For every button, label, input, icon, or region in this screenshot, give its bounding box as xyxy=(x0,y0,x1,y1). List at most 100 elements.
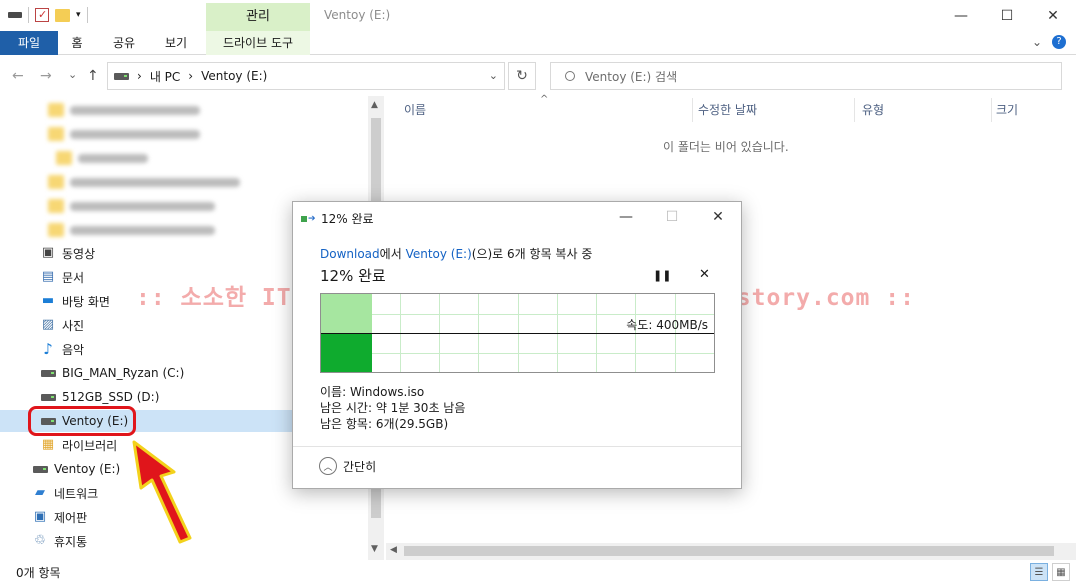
forward-button[interactable]: → xyxy=(40,68,52,84)
context-tab-manage[interactable]: 관리 xyxy=(206,3,310,31)
back-button[interactable]: ← xyxy=(12,68,24,84)
current-speed-line xyxy=(321,333,714,334)
document-icon: ▤ xyxy=(41,269,55,284)
customize-toolbar-icon[interactable]: ▾ xyxy=(76,10,81,20)
ribbon-tabs: 파일 홈 공유 보기 드라이브 도구 ⌄ ? xyxy=(0,31,1076,55)
status-bar: 0개 항목 ☰ ▦ xyxy=(0,560,1076,584)
tab-home[interactable]: 홈 xyxy=(60,31,94,55)
fewer-details-button[interactable]: ︿ 간단히 xyxy=(319,457,376,475)
nav-item-recycle-bin[interactable]: ♲ 휴지통 xyxy=(32,530,87,552)
breadcrumb-ventoy[interactable]: Ventoy (E:) xyxy=(201,69,267,83)
cancel-button[interactable]: ✕ xyxy=(699,267,710,282)
nav-item-drive-c[interactable]: BIG_MAN_Ryzan (C:) xyxy=(40,362,184,384)
library-icon: ▦ xyxy=(41,437,55,452)
column-name[interactable]: 이름 xyxy=(386,96,692,124)
help-icon[interactable]: ? xyxy=(1052,35,1066,49)
dialog-minimize-button[interactable]: — xyxy=(603,202,649,232)
tab-file[interactable]: 파일 xyxy=(0,31,58,55)
redacted-folder-row xyxy=(48,174,240,190)
music-icon: ♪ xyxy=(43,340,53,358)
recycle-bin-icon: ♲ xyxy=(34,533,46,548)
column-date-modified[interactable]: 수정한 날짜 xyxy=(680,96,840,124)
redacted-folder-row xyxy=(48,126,200,142)
destination-link[interactable]: Ventoy (E:) xyxy=(406,247,472,261)
nav-item-label: 제어판 xyxy=(54,510,88,525)
nav-item-videos[interactable]: ▣ 동영상 xyxy=(40,242,95,264)
tab-drive-tools[interactable]: 드라이브 도구 xyxy=(206,31,310,55)
redacted-folder-row xyxy=(48,222,215,238)
nav-item-libraries[interactable]: ▦ 라이브러리 xyxy=(40,434,117,456)
copy-description: Download에서 Ventoy (E:)(으)로 6개 항목 복사 중 xyxy=(320,245,592,262)
drive-icon xyxy=(40,365,56,381)
nav-item-drive-d[interactable]: 512GB_SSD (D:) xyxy=(40,386,159,408)
nav-item-pictures[interactable]: ▨ 사진 xyxy=(40,314,84,336)
annotation-highlight-ring xyxy=(28,406,136,436)
ribbon-right-controls: ⌄ ? xyxy=(1032,35,1066,49)
scroll-up-icon[interactable]: ▲ xyxy=(371,100,378,110)
drive-icon xyxy=(40,389,56,405)
redacted-folder-row xyxy=(56,150,148,166)
desktop-icon: ▬ xyxy=(41,293,55,308)
refresh-button[interactable]: ↻ xyxy=(508,62,536,90)
description-text: (으)로 6개 항목 복사 중 xyxy=(471,247,593,261)
redacted-folder-row xyxy=(48,198,215,214)
details-view-icon[interactable]: ☰ xyxy=(1030,563,1048,581)
nav-item-desktop[interactable]: ▬ 바탕 화면 xyxy=(40,290,110,312)
window-title: Ventoy (E:) xyxy=(324,8,391,22)
drive-icon xyxy=(32,461,48,477)
file-name: 이름: Windows.iso xyxy=(320,385,425,399)
video-icon: ▣ xyxy=(41,245,55,260)
content-horizontal-scrollbar[interactable]: ◀ xyxy=(386,543,1076,560)
title-bar: ✓ ▾ 관리 Ventoy (E:) — ☐ ✕ xyxy=(0,0,1076,31)
source-link[interactable]: Download xyxy=(320,247,380,261)
time-remaining: 남은 시간: 약 1분 30초 남음 xyxy=(320,401,466,415)
breadcrumb-separator: › xyxy=(137,69,142,83)
close-button[interactable]: ✕ xyxy=(1030,0,1076,31)
address-bar[interactable]: › 내 PC › Ventoy (E:) ⌄ xyxy=(107,62,505,90)
nav-item-music[interactable]: ♪ 음악 xyxy=(40,338,84,360)
column-size[interactable]: 크기 xyxy=(978,96,1068,124)
toolbar-divider xyxy=(86,7,88,23)
scroll-left-icon[interactable]: ◀ xyxy=(390,545,397,555)
toolbar-divider xyxy=(28,7,29,23)
window-controls: — ☐ ✕ xyxy=(938,0,1076,31)
picture-icon: ▨ xyxy=(41,317,55,332)
breadcrumb-this-pc[interactable]: 내 PC xyxy=(150,68,180,85)
dialog-title-bar: ➔ 12% 완료 xyxy=(301,210,374,227)
control-panel-icon: ▣ xyxy=(33,509,47,524)
scroll-down-icon[interactable]: ▼ xyxy=(371,544,378,554)
large-icons-view-icon[interactable]: ▦ xyxy=(1052,563,1070,581)
description-text: 에서 xyxy=(379,247,406,261)
dialog-close-button[interactable]: ✕ xyxy=(695,202,741,232)
items-remaining: 남은 항목: 6개(29.5GB) xyxy=(320,417,449,431)
search-box[interactable]: Ventoy (E:) 검색 xyxy=(550,62,1062,90)
nav-item-control-panel[interactable]: ▣ 제어판 xyxy=(32,506,87,528)
nav-item-label: 휴지통 xyxy=(54,534,88,549)
speed-history-bar xyxy=(321,333,372,372)
column-type[interactable]: 유형 xyxy=(844,96,974,124)
nav-item-label: 라이브러리 xyxy=(62,438,118,453)
properties-check-icon[interactable]: ✓ xyxy=(35,8,49,22)
nav-item-label: 음악 xyxy=(62,342,85,357)
nav-item-ventoy-usb[interactable]: Ventoy (E:) xyxy=(32,458,120,480)
expand-ribbon-icon[interactable]: ⌄ xyxy=(1032,35,1042,49)
network-icon: ▰ xyxy=(35,485,45,500)
tab-view[interactable]: 보기 xyxy=(156,31,196,55)
pause-button[interactable]: ❚❚ xyxy=(653,269,671,282)
nav-item-network[interactable]: ▰ 네트워크 xyxy=(32,482,98,504)
nav-item-label: 동영상 xyxy=(62,246,96,261)
dialog-title: 12% 완료 xyxy=(321,212,374,226)
recent-locations-button[interactable]: ⌄ xyxy=(68,68,77,81)
new-folder-icon[interactable] xyxy=(55,8,70,22)
annotation-arrow-icon xyxy=(132,440,192,544)
drive-app-icon xyxy=(8,12,22,18)
up-button[interactable]: ↑ xyxy=(87,68,99,84)
scrollbar-thumb[interactable] xyxy=(404,546,1054,556)
nav-item-documents[interactable]: ▤ 문서 xyxy=(40,266,84,288)
nav-item-label: 네트워크 xyxy=(54,486,99,501)
address-dropdown-icon[interactable]: ⌄ xyxy=(489,69,498,82)
minimize-button[interactable]: — xyxy=(938,0,984,31)
tab-share[interactable]: 공유 xyxy=(104,31,144,55)
maximize-button[interactable]: ☐ xyxy=(984,0,1030,31)
nav-item-label: 바탕 화면 xyxy=(62,294,110,309)
